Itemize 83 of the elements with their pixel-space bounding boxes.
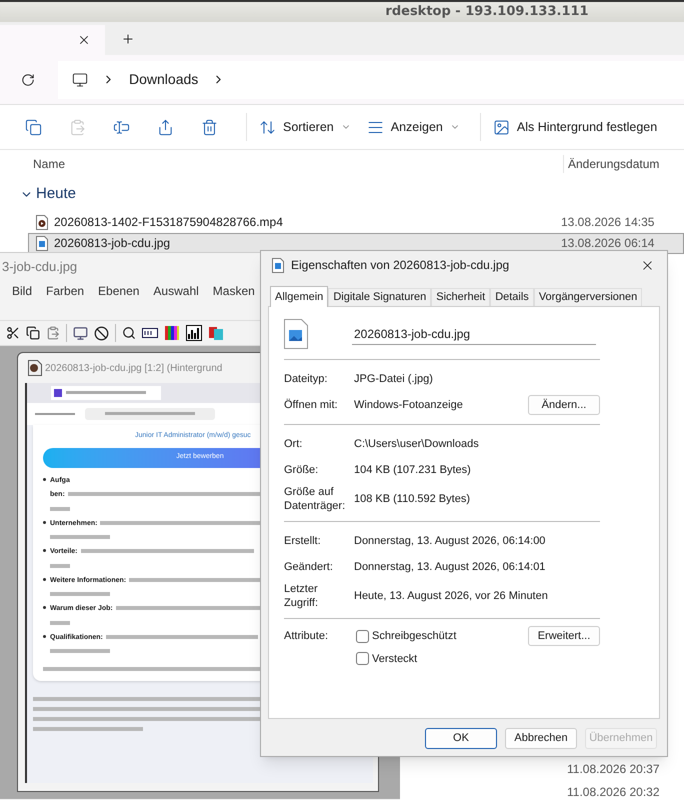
paste-icon — [68, 118, 86, 136]
group-header[interactable]: Heute — [20, 183, 76, 206]
search-icon[interactable] — [122, 326, 136, 340]
checkbox-label[interactable]: Schreibgeschützt — [372, 628, 456, 644]
histogram-icon[interactable] — [186, 325, 202, 341]
property-value: Windows-Fotoanzeige — [354, 398, 464, 413]
property-value: C:\Users\user\Downloads — [354, 436, 480, 452]
image-window-title: 20260813-job-cdu.jpg [1:2] (Hintergrund — [45, 362, 222, 376]
property-value: Donnerstag, 13. August 2026, 06:14:01 — [354, 560, 546, 575]
column-header[interactable]: Änderungsdatum — [563, 154, 660, 172]
monitor-icon[interactable] — [73, 326, 88, 340]
menu-item[interactable]: Masken — [212, 282, 255, 300]
property-label: Letzter Zugriff: — [284, 582, 320, 610]
breadcrumb-item[interactable]: Downloads — [129, 69, 198, 90]
copy-icon — [24, 118, 42, 136]
delete-icon — [200, 118, 218, 136]
column-header[interactable]: Name — [33, 154, 563, 172]
paste-icon[interactable] — [46, 326, 60, 340]
file-date: 13.08.2026 06:14 — [561, 235, 654, 252]
close-icon[interactable] — [77, 33, 91, 47]
menu-item[interactable]: Ebenen — [98, 282, 140, 300]
property-value: 104 KB (107.231 Bytes) — [354, 462, 472, 478]
property-value: JPG-Datei (.jpg) — [354, 372, 434, 387]
file-date: 11.08.2026 20:32 — [567, 784, 660, 800]
dialog-tab[interactable]: Digitale Signaturen — [328, 288, 432, 306]
property-label: Geändert: — [284, 560, 334, 574]
sort-icon — [259, 118, 276, 136]
dialog-tab[interactable]: Vorgängerversionen — [534, 288, 642, 306]
property-value: Heute, 13. August 2026, vor 26 Minuten — [354, 588, 548, 604]
checkbox[interactable] — [356, 630, 369, 643]
address-bar[interactable]: Downloads — [58, 60, 684, 98]
refresh-icon[interactable] — [21, 72, 35, 86]
property-value: Donnerstag, 13. August 2026, 06:14:00 — [354, 534, 546, 549]
property-label: Attribute: — [284, 629, 330, 644]
dialog-tab[interactable]: Details — [490, 288, 534, 306]
window-title: 3-job-cdu.jpg — [2, 258, 78, 276]
dialog-button[interactable]: Abbrechen — [505, 728, 577, 749]
dialog-tab[interactable]: Sicherheit — [431, 288, 490, 306]
property-value: 108 KB (110.592 Bytes) — [354, 492, 471, 507]
menu-item[interactable]: Auswahl — [153, 282, 199, 300]
file-date: 11.08.2026 20:37 — [567, 761, 660, 778]
video-file-icon — [36, 214, 48, 230]
property-label: Dateityp: — [284, 372, 328, 386]
blurred-text-drawing — [50, 562, 70, 570]
picture-icon — [492, 118, 510, 136]
menu-item[interactable]: Bild — [12, 282, 32, 300]
dialog-button[interactable]: OK — [425, 728, 497, 749]
file-name: 20260813-job-cdu.jpg — [54, 235, 172, 252]
scissors-icon[interactable] — [6, 326, 20, 340]
blurred-text-drawing — [50, 533, 110, 541]
file-date: 13.08.2026 14:35 — [561, 214, 654, 231]
image-file-icon — [272, 258, 284, 272]
new-tab-icon[interactable] — [121, 32, 135, 46]
checkbox[interactable] — [356, 652, 369, 666]
menu-item[interactable]: Farben — [46, 282, 84, 300]
change-button[interactable]: Ändern... — [528, 395, 600, 415]
rename-icon — [112, 118, 130, 136]
dialog-title: Eigenschaften von 20260813-job-cdu.jpg — [291, 257, 510, 274]
blurred-text-drawing — [50, 647, 110, 655]
property-label: Erstellt: — [284, 534, 322, 548]
file-name: 20260813-1402-F1531875904828766.mp4 — [54, 214, 284, 231]
color-bars-icon[interactable] — [164, 325, 180, 341]
image-document-icon — [28, 360, 42, 376]
copy-icon[interactable] — [26, 326, 40, 340]
blurred-text-drawing — [50, 618, 70, 626]
toolbar-button[interactable]: Sortieren — [255, 112, 355, 142]
window-title: rdesktop - 193.109.133.111 — [385, 3, 589, 22]
checkbox-label[interactable]: Versteckt — [372, 650, 418, 667]
computer-icon — [72, 72, 88, 88]
ruler-icon[interactable] — [142, 328, 158, 338]
toolbar-button[interactable]: Anzeigen — [362, 112, 464, 142]
image-file-icon — [284, 319, 308, 349]
blurred-text-drawing — [50, 504, 70, 512]
property-label: Größe auf Datenträger: — [284, 485, 346, 513]
overlapping-squares-icon[interactable] — [208, 325, 224, 341]
property-label: Öffnen mit: — [284, 398, 339, 412]
advanced-button[interactable]: Erweitert... — [528, 626, 600, 646]
share-icon — [156, 118, 174, 136]
toolbar-button[interactable]: Als Hintergrund festlegen — [488, 112, 662, 142]
file-row[interactable]: 20260813-1402-F1531875904828766.mp4 13.08.2026 14:35 — [28, 212, 684, 232]
dialog-tab[interactable]: Allgemein — [270, 286, 328, 307]
blurred-text-drawing — [50, 590, 110, 598]
ban-icon[interactable] — [94, 326, 109, 340]
